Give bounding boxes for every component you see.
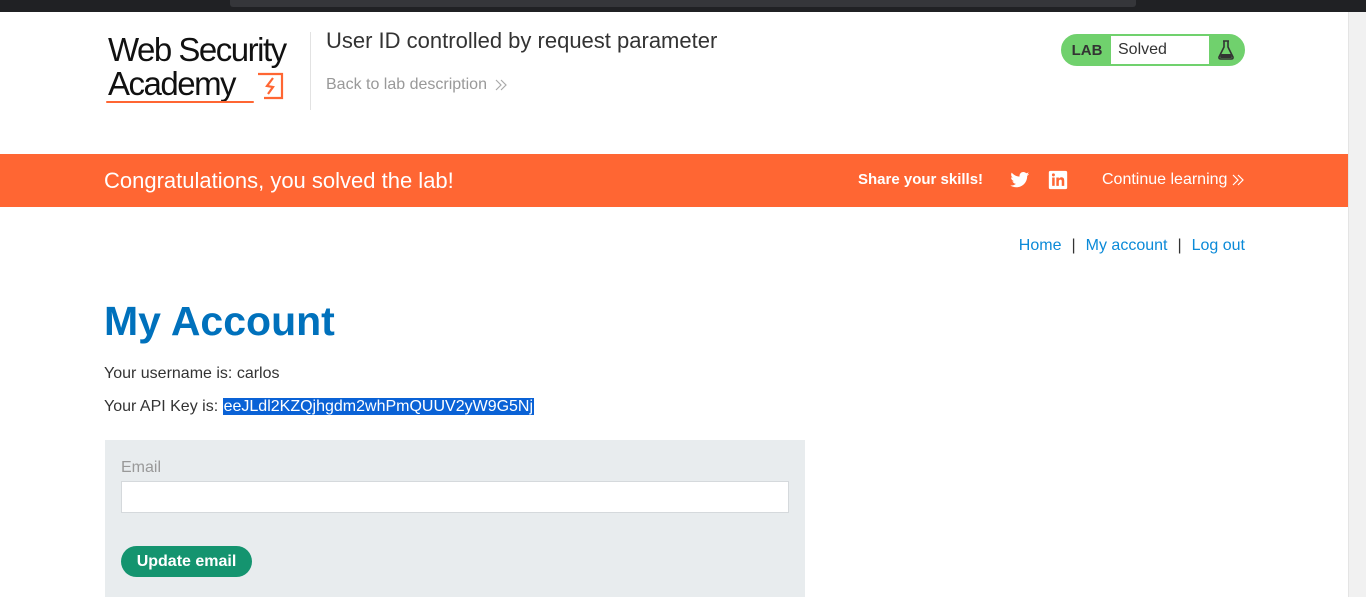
username-line: Your username is: carlos — [104, 365, 280, 382]
logo-line1: Web Security — [108, 31, 287, 68]
header: Web Security Academy User ID controlled … — [0, 12, 1348, 154]
logo-underline — [106, 101, 254, 103]
congratulations-message: Congratulations, you solved the lab! — [104, 168, 454, 193]
page-title: My Account — [104, 298, 335, 344]
api-key-line: Your API Key is: eeJLdl2KZQjhgdm2whPmQUU… — [104, 398, 535, 416]
lab-title: User ID controlled by request parameter — [326, 28, 718, 53]
api-key-value[interactable]: eeJLdl2KZQjhgdm2whPmQUUV2yW9G5Nj — [222, 398, 535, 415]
nav-separator: | — [1071, 237, 1076, 254]
page: Web Security Academy User ID controlled … — [0, 12, 1348, 597]
twitter-icon[interactable] — [1010, 170, 1030, 190]
lab-status-text: Solved — [1111, 36, 1209, 64]
flask-icon — [1209, 36, 1243, 64]
back-to-lab-description-link[interactable]: Back to lab description — [326, 76, 507, 94]
linkedin-icon[interactable] — [1048, 170, 1068, 190]
account-nav: Home | My account | Log out — [1019, 237, 1245, 255]
logo-mark-icon — [258, 72, 284, 100]
lab-tag: LAB — [1071, 41, 1103, 59]
lab-status-widget: LAB Solved — [1061, 34, 1245, 66]
continue-learning-link[interactable]: Continue learning — [1102, 171, 1245, 189]
continue-learning-label: Continue learning — [1102, 171, 1228, 188]
log-out-link[interactable]: Log out — [1192, 237, 1245, 255]
browser-top-strip — [0, 0, 1366, 12]
update-email-button[interactable]: Update email — [121, 546, 252, 577]
email-label: Email — [121, 459, 162, 476]
api-key-label: Your API Key is: — [104, 398, 223, 415]
web-security-academy-logo[interactable]: Web Security Academy — [106, 32, 306, 106]
header-divider — [310, 32, 311, 110]
scrollbar[interactable] — [1348, 12, 1366, 597]
double-chevron-right-icon — [1232, 174, 1245, 186]
my-account-link[interactable]: My account — [1086, 237, 1168, 255]
back-link-label: Back to lab description — [326, 76, 487, 93]
home-link[interactable]: Home — [1019, 237, 1062, 255]
double-chevron-right-icon — [495, 79, 507, 91]
nav-separator: | — [1177, 237, 1182, 254]
share-skills-label: Share your skills! — [858, 171, 984, 188]
email-form: Email Update email — [105, 440, 805, 597]
solved-banner: Congratulations, you solved the lab! Sha… — [0, 154, 1348, 207]
logo-line2: Academy — [108, 65, 237, 102]
email-field[interactable] — [121, 481, 789, 513]
browser-tab-bar — [230, 0, 1136, 7]
